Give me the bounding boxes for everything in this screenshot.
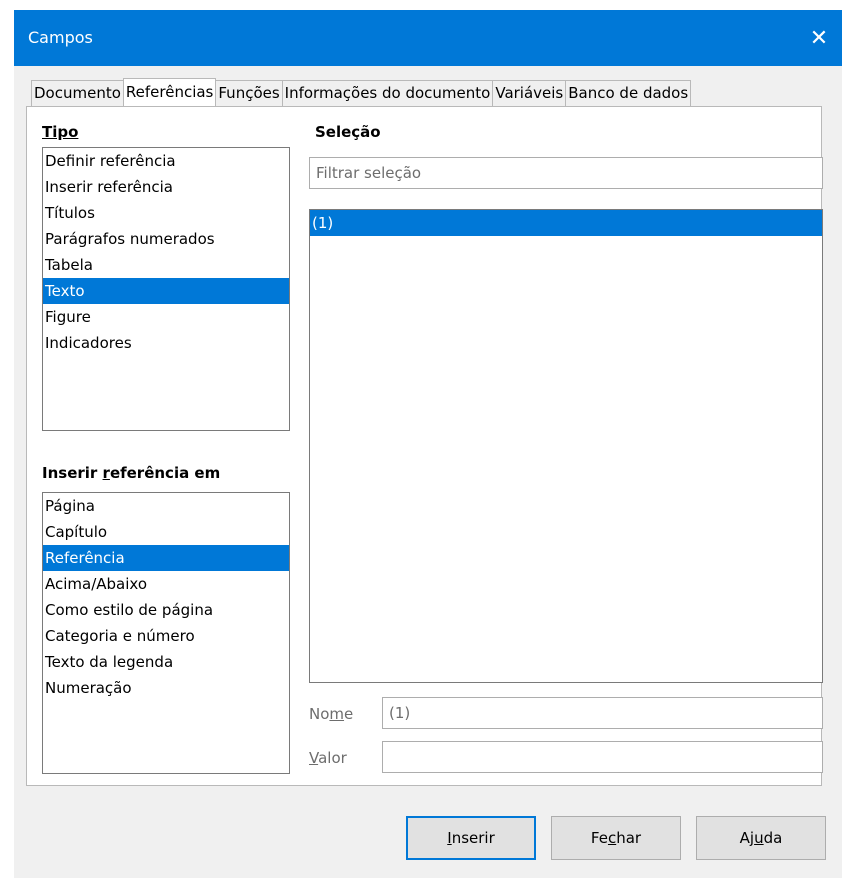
tab-banco-de-dados[interactable]: Banco de dados — [565, 80, 692, 106]
close-icon[interactable]: ✕ — [796, 10, 842, 66]
type-item[interactable]: Indicadores — [43, 330, 289, 356]
type-label: Tipo — [42, 123, 79, 141]
insert-ref-item[interactable]: Capítulo — [43, 519, 289, 545]
tab-variaveis[interactable]: Variáveis — [492, 80, 567, 106]
tab-panel: Tipo Definir referência Inserir referênc… — [26, 106, 823, 786]
type-listbox[interactable]: Definir referência Inserir referência Tí… — [42, 147, 290, 431]
selection-label: Seleção — [315, 123, 381, 141]
value-label: Valor — [309, 749, 347, 767]
name-label: Nome — [309, 705, 354, 723]
type-item[interactable]: Inserir referência — [43, 174, 289, 200]
tab-informacoes-documento[interactable]: Informações do documento — [281, 80, 494, 106]
insert-ref-item[interactable]: Numeração — [43, 675, 289, 701]
filter-selection-input[interactable]: Filtrar seleção — [309, 157, 823, 189]
selection-listbox[interactable]: (1) — [309, 209, 823, 683]
insert-reference-label: Inserir referência em — [42, 464, 221, 482]
type-item[interactable]: Definir referência — [43, 148, 289, 174]
insert-button[interactable]: Inserir — [406, 816, 536, 860]
dialog-client: Documento Referências Funções Informaçõe… — [14, 66, 842, 878]
type-item[interactable]: Tabela — [43, 252, 289, 278]
tab-funcoes[interactable]: Funções — [215, 80, 283, 106]
dialog-title: Campos — [28, 28, 93, 47]
dialog-titlebar: Campos ✕ — [14, 10, 842, 66]
help-button[interactable]: Aj u da — [696, 816, 826, 860]
type-item[interactable]: Figure — [43, 304, 289, 330]
name-field[interactable]: (1) — [382, 697, 823, 729]
tab-bar: Documento Referências Funções Informaçõe… — [31, 78, 692, 106]
insert-ref-item[interactable]: Texto da legenda — [43, 649, 289, 675]
insert-ref-item[interactable]: Categoria e número — [43, 623, 289, 649]
type-item[interactable]: Parágrafos numerados — [43, 226, 289, 252]
selection-item-selected[interactable]: (1) — [310, 210, 822, 236]
type-item[interactable]: Títulos — [43, 200, 289, 226]
background-app-top — [0, 0, 842, 10]
background-app-edge — [0, 0, 14, 878]
insert-reference-listbox[interactable]: Página Capítulo Referência Acima/Abaixo … — [42, 492, 290, 774]
tab-referencias[interactable]: Referências — [122, 78, 217, 106]
tab-documento[interactable]: Documento — [31, 80, 124, 106]
insert-ref-item[interactable]: Acima/Abaixo — [43, 571, 289, 597]
type-item-selected[interactable]: Texto — [43, 278, 289, 304]
insert-ref-item-selected[interactable]: Referência — [43, 545, 289, 571]
insert-ref-item[interactable]: Como estilo de página — [43, 597, 289, 623]
insert-ref-item[interactable]: Página — [43, 493, 289, 519]
close-button[interactable]: Fe c har — [551, 816, 681, 860]
value-field[interactable] — [382, 741, 823, 773]
